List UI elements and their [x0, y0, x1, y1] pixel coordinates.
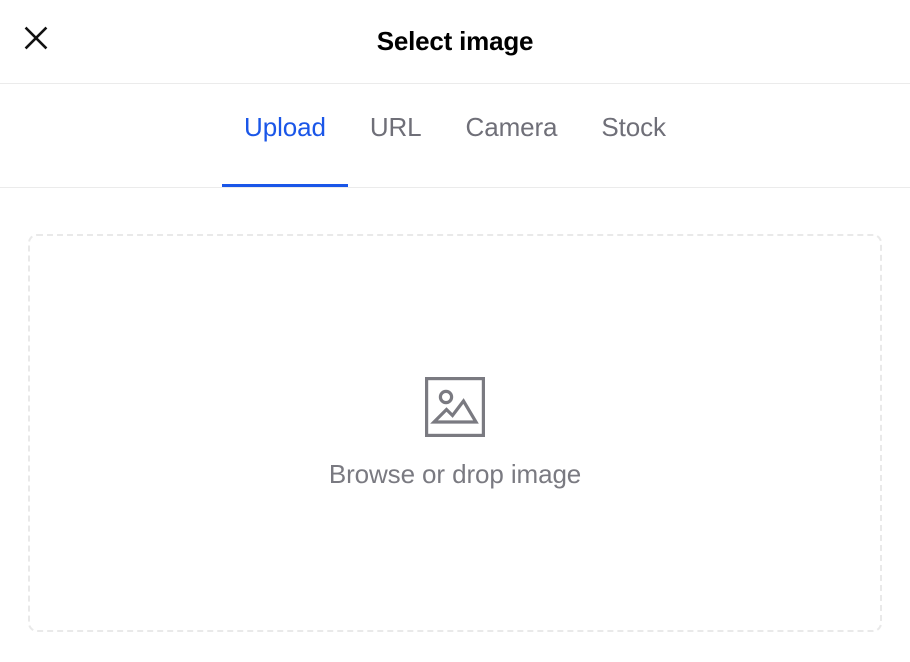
tab-camera[interactable]: Camera [444, 84, 580, 187]
image-dropzone[interactable]: Browse or drop image [28, 234, 882, 632]
dialog-body: Browse or drop image [0, 188, 910, 661]
tab-bar: Upload URL Camera Stock [0, 84, 910, 188]
image-placeholder-icon [425, 376, 485, 437]
close-icon [24, 26, 48, 50]
select-image-dialog: Select image Upload URL Camera Stock Bro… [0, 0, 910, 662]
dialog-header: Select image [0, 0, 910, 84]
tab-url[interactable]: URL [348, 84, 444, 187]
tab-stock[interactable]: Stock [579, 84, 688, 187]
dropzone-label: Browse or drop image [328, 458, 582, 489]
tab-upload[interactable]: Upload [222, 84, 348, 187]
close-button[interactable] [14, 16, 58, 60]
dialog-title: Select image [376, 26, 534, 56]
